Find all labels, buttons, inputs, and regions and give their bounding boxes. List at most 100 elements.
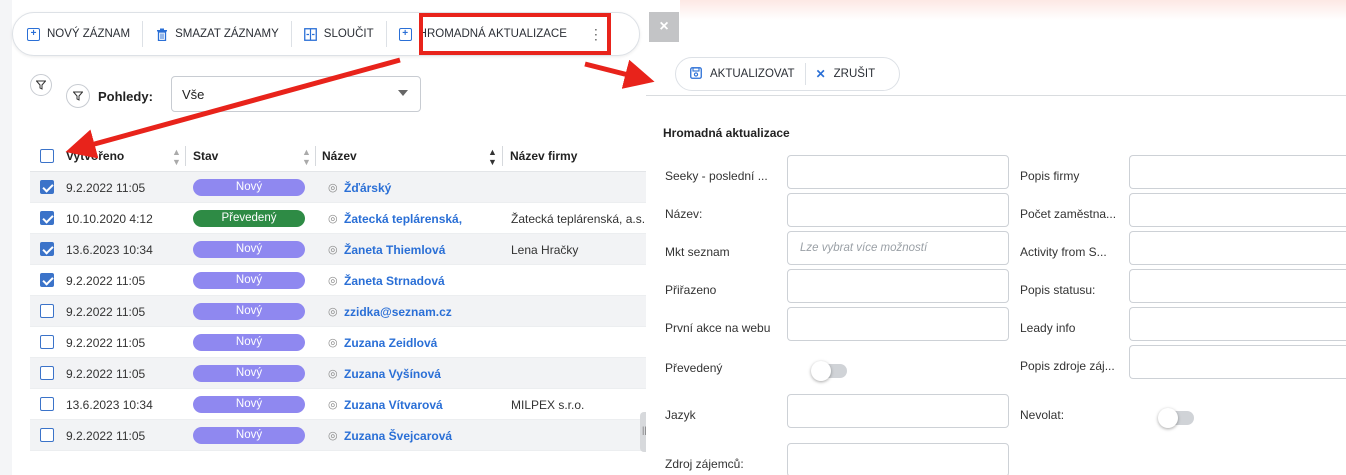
record-name-link[interactable]: Zuzana Vyšínová — [344, 367, 441, 381]
merge-icon — [303, 27, 317, 41]
field-input[interactable] — [787, 394, 1009, 428]
toggle-switch[interactable] — [1158, 408, 1194, 428]
eye-icon[interactable]: ◎ — [328, 429, 338, 442]
plus-icon: + — [27, 27, 40, 41]
created-date: 10.10.2020 4:12 — [66, 212, 153, 226]
views-select[interactable]: Vše — [171, 76, 421, 112]
eye-icon[interactable]: ◎ — [328, 336, 338, 349]
created-date: 9.2.2022 11:05 — [66, 181, 146, 195]
delete-records-button[interactable]: SMAZAT ZÁZNAMY — [143, 21, 292, 47]
record-name-link[interactable]: zzidka@seznam.cz — [344, 305, 452, 319]
row-checkbox[interactable] — [40, 428, 54, 442]
toggle-switch[interactable] — [811, 361, 847, 381]
sort-icon[interactable]: ▲ ▼ — [302, 147, 311, 167]
created-date: 9.2.2022 11:05 — [66, 336, 146, 350]
record-name-link[interactable]: Zuzana Vítvarová — [344, 398, 443, 412]
row-checkbox[interactable] — [40, 335, 54, 349]
field-input[interactable] — [787, 307, 1009, 341]
field-label: Activity from S... — [1020, 245, 1107, 259]
created-date: 9.2.2022 11:05 — [66, 274, 146, 288]
cancel-button-label: ZRUŠIT — [833, 68, 876, 80]
table-row[interactable]: 9.2.2022 11:05 Nový ◎ zzidka@seznam.cz — [30, 296, 646, 327]
select-all-checkbox[interactable] — [40, 149, 54, 163]
records-table: Vytvořeno ▲ ▼ Stav ▲ ▼ Název ▲ ▼ Název firm… — [30, 140, 646, 451]
delete-records-label: SMAZAT ZÁZNAMY — [175, 28, 279, 40]
field-input[interactable] — [787, 193, 1009, 227]
created-date: 9.2.2022 11:05 — [66, 305, 146, 319]
eye-icon[interactable]: ◎ — [328, 305, 338, 318]
record-name-link[interactable]: Žďárský — [344, 181, 391, 195]
field-input[interactable]: Lze vybrat více možností — [787, 231, 1009, 265]
field-input[interactable] — [1129, 345, 1346, 379]
record-name-link[interactable]: Žatecká teplárenská, — [344, 212, 462, 226]
table-row[interactable]: 9.2.2022 11:05 Nový ◎ Žďárský — [30, 172, 646, 203]
more-options-icon[interactable]: ⋮ — [589, 26, 603, 43]
field-input[interactable] — [787, 443, 1009, 475]
status-badge: Nový — [193, 334, 305, 351]
field-input[interactable] — [1129, 269, 1346, 303]
field-input[interactable] — [1129, 155, 1346, 189]
cancel-button[interactable]: ✕ ZRUŠIT — [806, 63, 886, 85]
record-name-link[interactable]: Zuzana Zeidlová — [344, 336, 437, 350]
row-checkbox[interactable] — [40, 397, 54, 411]
field-label: Popis firmy — [1020, 169, 1080, 183]
views-filter-icon[interactable] — [66, 84, 90, 108]
new-record-button[interactable]: + NOVÝ ZÁZNAM — [27, 21, 144, 47]
row-checkbox[interactable] — [40, 366, 54, 380]
field-input[interactable] — [1129, 307, 1346, 341]
eye-icon[interactable]: ◎ — [328, 367, 338, 380]
eye-icon[interactable]: ◎ — [328, 181, 338, 194]
field-label: Zdroj zájemců: — [665, 457, 744, 471]
created-date: 13.6.2023 10:34 — [66, 398, 153, 412]
eye-icon[interactable]: ◎ — [328, 398, 338, 411]
row-checkbox[interactable] — [40, 180, 54, 194]
eye-icon[interactable]: ◎ — [328, 212, 338, 225]
eye-icon[interactable]: ◎ — [328, 243, 338, 256]
row-checkbox[interactable] — [40, 211, 54, 225]
status-badge: Nový — [193, 241, 305, 258]
table-row[interactable]: 10.10.2020 4:12 Převedený ◎ Žatecká tepláre… — [30, 203, 646, 234]
field-input[interactable] — [787, 155, 1009, 189]
column-divider — [315, 146, 316, 166]
status-badge: Nový — [193, 396, 305, 413]
field-label: Převedený — [665, 361, 723, 375]
row-checkbox[interactable] — [40, 242, 54, 256]
field-label: Přiřazeno — [665, 283, 717, 297]
company-name: Žatecká teplárenská, a.s. — [511, 212, 646, 226]
new-record-label: NOVÝ ZÁZNAM — [47, 28, 131, 40]
table-row[interactable]: 13.6.2023 10:34 Nový ◎ Žaneta Thiemlová Lena… — [30, 234, 646, 265]
record-name-link[interactable]: Zuzana Švejcarová — [344, 429, 452, 443]
column-header-status[interactable]: Stav — [193, 149, 218, 163]
close-panel-button[interactable]: × — [649, 12, 679, 42]
sort-desc-icon[interactable]: ▲ ▼ — [488, 147, 497, 167]
column-header-name[interactable]: Název — [322, 149, 357, 163]
table-row[interactable]: 9.2.2022 11:05 Nový ◎ Žaneta Strnadová — [30, 265, 646, 296]
row-checkbox[interactable] — [40, 273, 54, 287]
table-row[interactable]: 9.2.2022 11:05 Nový ◎ Zuzana Zeidlová — [30, 327, 646, 358]
field-input[interactable] — [787, 269, 1009, 303]
field-input[interactable] — [1129, 231, 1346, 265]
chevron-down-icon — [398, 90, 408, 96]
table-row[interactable]: 13.6.2023 10:34 Nový ◎ Zuzana Vítvarová MILP… — [30, 389, 646, 420]
row-checkbox[interactable] — [40, 304, 54, 318]
filter-icon[interactable] — [30, 74, 52, 96]
column-header-company[interactable]: Název firmy — [510, 149, 577, 163]
eye-icon[interactable]: ◎ — [328, 274, 338, 287]
list-toolbar: + NOVÝ ZÁZNAM SMAZAT ZÁZNAMY SLOUČIT + H… — [12, 12, 640, 56]
table-row[interactable]: 9.2.2022 11:05 Nový ◎ Zuzana Vyšínová — [30, 358, 646, 389]
plus-icon: + — [398, 27, 412, 41]
table-row[interactable]: 9.2.2022 11:05 Nový ◎ Zuzana Švejcarová — [30, 420, 646, 451]
sort-icon[interactable]: ▲ ▼ — [172, 147, 181, 167]
record-name-link[interactable]: Žaneta Thiemlová — [344, 243, 445, 257]
merge-button[interactable]: SLOUČIT — [292, 21, 387, 47]
update-button[interactable]: AKTUALIZOVAT — [690, 63, 806, 85]
panel-section-title: Hromadná aktualizace — [663, 126, 790, 140]
status-badge: Nový — [193, 272, 305, 289]
field-input[interactable] — [1129, 193, 1346, 227]
mass-update-button[interactable]: + HROMADNÁ AKTUALIZACE — [387, 21, 579, 47]
table-header: Vytvořeno ▲ ▼ Stav ▲ ▼ Název ▲ ▼ Název firm… — [30, 140, 646, 172]
column-header-created[interactable]: Vytvořeno — [66, 149, 124, 163]
field-label: Leady info — [1020, 321, 1076, 335]
views-label: Pohledy: — [98, 89, 153, 104]
record-name-link[interactable]: Žaneta Strnadová — [344, 274, 445, 288]
